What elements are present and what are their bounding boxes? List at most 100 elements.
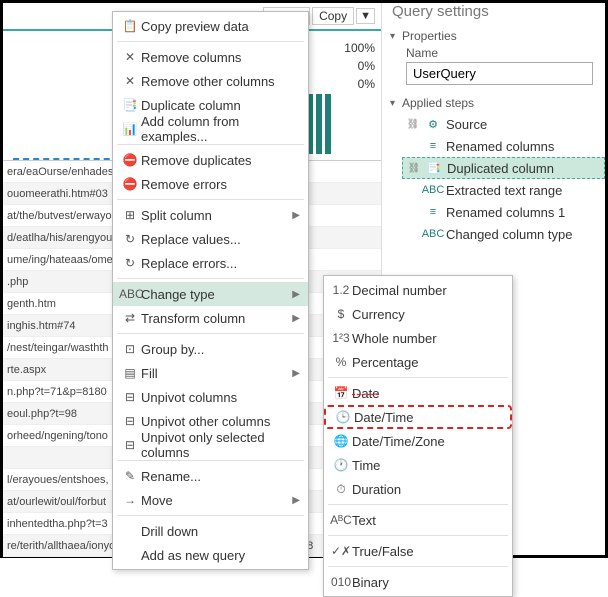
menu-item[interactable]: ⛔Remove errors: [113, 172, 308, 196]
type-icon: AᴮC: [330, 513, 352, 527]
menu-item[interactable]: AᴮCText: [324, 508, 512, 532]
link-icon: [406, 227, 420, 241]
type-icon: 010: [330, 575, 352, 589]
menu-item[interactable]: ⛔Remove duplicates: [113, 148, 308, 172]
menu-item[interactable]: 🕐Time: [324, 453, 512, 477]
menu-icon: ⛔: [119, 177, 141, 191]
menu-item[interactable]: 1.2Decimal number: [324, 278, 512, 302]
chevron-right-icon: ▶: [288, 210, 300, 221]
step-icon: 📑: [425, 160, 443, 176]
menu-icon: ⛔: [119, 153, 141, 167]
step-icon: ≡: [424, 204, 442, 220]
menu-item[interactable]: ✕Remove columns: [113, 45, 308, 69]
applied-steps-list: ⛓ ⚙ Source ≡ Renamed columns ⛓ 📑 Duplicated col…: [382, 113, 605, 245]
type-icon: 1.2: [330, 283, 352, 297]
menu-item-datetime[interactable]: 🕒Date/Time: [324, 405, 512, 429]
menu-item[interactable]: 010Binary: [324, 570, 512, 594]
copy-button[interactable]: Copy: [312, 7, 354, 25]
menu-icon: ⊟: [119, 438, 141, 452]
query-settings-title: Query settings: [382, 3, 605, 26]
link-icon: [406, 205, 420, 219]
type-icon: ⏱: [330, 482, 352, 497]
menu-item[interactable]: ✎Rename...: [113, 464, 308, 488]
link-icon: ⛓: [407, 161, 421, 175]
menu-item[interactable]: ↻Replace errors...: [113, 251, 308, 275]
chevron-right-icon: ▶: [288, 313, 300, 324]
menu-item[interactable]: %Percentage: [324, 350, 512, 374]
step-icon: ⚙: [424, 116, 442, 132]
step-icon: ≡: [424, 138, 442, 154]
context-menu[interactable]: 📋Copy preview data ✕Remove columns✕Remove…: [112, 11, 309, 570]
step-label: Duplicated column: [447, 161, 554, 176]
applied-steps-header[interactable]: ▾ Applied steps: [382, 93, 605, 113]
copy-dropdown[interactable]: ▼: [356, 8, 375, 24]
menu-item[interactable]: ↻Replace values...: [113, 227, 308, 251]
menu-item[interactable]: Drill down: [113, 519, 308, 543]
applied-step[interactable]: ⛓ ⚙ Source: [402, 113, 605, 135]
menu-icon: ↻: [119, 256, 141, 270]
menu-icon: ✕: [119, 50, 141, 64]
menu-icon: ⇄: [119, 311, 141, 325]
menu-item[interactable]: ✕Remove other columns: [113, 69, 308, 93]
step-label: Extracted text range: [446, 183, 562, 198]
menu-icon: ✎: [119, 469, 141, 483]
chevron-right-icon: ▶: [288, 368, 300, 379]
chevron-down-icon: ▾: [390, 31, 402, 42]
menu-icon: 📋: [119, 19, 141, 33]
properties-header[interactable]: ▾ Properties: [382, 26, 605, 46]
menu-item[interactable]: 📊Add column from examples...: [113, 117, 308, 141]
menu-item[interactable]: 📋Copy preview data: [113, 14, 308, 38]
step-label: Renamed columns: [446, 139, 554, 154]
menu-icon: ABC: [119, 287, 141, 301]
menu-item[interactable]: ⊟Unpivot columns: [113, 385, 308, 409]
type-icon: 1²3: [330, 331, 352, 345]
type-icon: 🕐: [330, 458, 352, 472]
step-icon: ABC: [424, 182, 442, 198]
menu-item[interactable]: ⏱Duration: [324, 477, 512, 501]
menu-item[interactable]: ✓✗True/False: [324, 539, 512, 563]
applied-step[interactable]: ≡ Renamed columns 1: [402, 201, 605, 223]
step-label: Renamed columns 1: [446, 205, 565, 220]
menu-icon: 📊: [119, 122, 141, 136]
menu-icon: →: [119, 493, 141, 507]
menu-item[interactable]: ⊞Split column▶: [113, 203, 308, 227]
type-icon: 📅: [330, 386, 352, 400]
name-label: Name: [382, 46, 605, 60]
applied-step[interactable]: ABC Changed column type: [402, 223, 605, 245]
menu-icon: ⊟: [119, 390, 141, 404]
query-name-input[interactable]: [406, 62, 593, 85]
menu-item[interactable]: 1²3Whole number: [324, 326, 512, 350]
applied-step[interactable]: ⛓ 📑 Duplicated column: [402, 157, 605, 179]
menu-icon: ⊟: [119, 414, 141, 428]
step-label: Changed column type: [446, 227, 572, 242]
chevron-right-icon: ▶: [288, 495, 300, 506]
type-icon: ✓✗: [330, 544, 352, 558]
menu-item[interactable]: ⊟Unpivot only selected columns: [113, 433, 308, 457]
step-icon: ABC: [424, 226, 442, 242]
link-icon: [406, 183, 420, 197]
menu-item[interactable]: ⊡Group by...: [113, 337, 308, 361]
menu-icon: ▤: [119, 366, 141, 380]
menu-item[interactable]: ABCChange type▶: [113, 282, 308, 306]
type-icon: 🕒: [332, 410, 354, 424]
applied-step[interactable]: ABC Extracted text range: [402, 179, 605, 201]
menu-icon: ↻: [119, 232, 141, 246]
menu-item[interactable]: ▤Fill▶: [113, 361, 308, 385]
menu-icon: 📑: [119, 98, 141, 112]
applied-step[interactable]: ≡ Renamed columns: [402, 135, 605, 157]
pct-error: 0%: [344, 57, 375, 75]
menu-item[interactable]: ⇄Transform column▶: [113, 306, 308, 330]
menu-item[interactable]: Add as new query: [113, 543, 308, 567]
type-icon: 🌐: [330, 434, 352, 448]
menu-item[interactable]: 🌐Date/Time/Zone: [324, 429, 512, 453]
chevron-right-icon: ▶: [288, 289, 300, 300]
change-type-submenu[interactable]: 1.2Decimal number$Currency1²3Whole numbe…: [323, 275, 513, 597]
menu-item[interactable]: →Move▶: [113, 488, 308, 512]
link-icon: ⛓: [406, 117, 420, 131]
step-label: Source: [446, 117, 487, 132]
menu-item[interactable]: 📅Date: [324, 381, 512, 405]
menu-item[interactable]: $Currency: [324, 302, 512, 326]
menu-icon: ✕: [119, 74, 141, 88]
pct-empty: 0%: [344, 75, 375, 93]
menu-icon: ⊞: [119, 208, 141, 222]
